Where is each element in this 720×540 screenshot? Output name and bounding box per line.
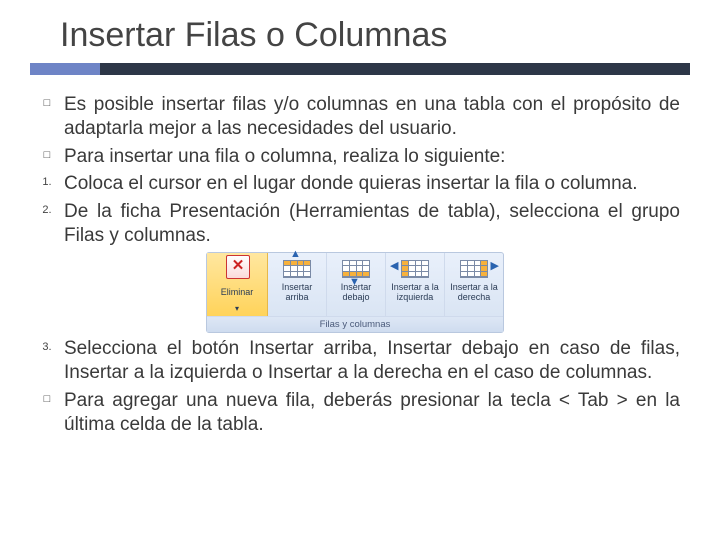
insert-above-icon: ▲ (280, 257, 314, 281)
insert-above-button[interactable]: ▲ Insertar arriba (268, 253, 327, 316)
bullet-marker: □ (30, 389, 64, 437)
bullet-marker: □ (30, 93, 64, 141)
bullet-text: Para agregar una nueva fila, deberás pre… (64, 389, 680, 437)
slide: Insertar Filas o Columnas □ Es posible i… (0, 0, 720, 540)
chevron-down-icon: ▾ (235, 304, 239, 314)
ribbon-screenshot: ✕ Eliminar ▾ ▲ Insertar arriba (30, 252, 680, 334)
button-label: Eliminar (221, 283, 254, 303)
delete-button[interactable]: ✕ Eliminar ▾ (207, 253, 268, 316)
bullet-text: Coloca el cursor en el lugar donde quier… (64, 172, 680, 196)
list-item: □ Para insertar una fila o columna, real… (30, 145, 680, 169)
delete-icon: ✕ (220, 257, 254, 281)
body-text: □ Es posible insertar filas y/o columnas… (30, 93, 690, 436)
list-item: 3. Selecciona el botón Insertar arriba, … (30, 337, 680, 385)
insert-left-icon: ◀ (398, 257, 432, 281)
ribbon-group-rows-columns: ✕ Eliminar ▾ ▲ Insertar arriba (206, 252, 504, 334)
ribbon-group-caption: Filas y columnas (207, 316, 503, 333)
list-item: □ Para agregar una nueva fila, deberás p… (30, 389, 680, 437)
page-title: Insertar Filas o Columnas (30, 16, 690, 55)
bullet-text: Selecciona el botón Insertar arriba, Ins… (64, 337, 680, 385)
button-label: Insertar a la izquierda (388, 283, 442, 303)
bullet-marker: 2. (30, 200, 64, 248)
insert-left-button[interactable]: ◀ Insertar a la izquierda (386, 253, 445, 316)
list-item: □ Es posible insertar filas y/o columnas… (30, 93, 680, 141)
button-label: Insertar arriba (270, 283, 324, 303)
list-item: 1. Coloca el cursor en el lugar donde qu… (30, 172, 680, 196)
bullet-marker: □ (30, 145, 64, 169)
insert-below-icon: ▼ (339, 257, 373, 281)
insert-below-button[interactable]: ▼ Insertar debajo (327, 253, 386, 316)
button-label: Insertar a la derecha (447, 283, 501, 303)
insert-right-icon: ▶ (457, 257, 491, 281)
list-item: 2. De la ficha Presentación (Herramienta… (30, 200, 680, 248)
bullet-marker: 1. (30, 172, 64, 196)
bullet-text: Para insertar una fila o columna, realiz… (64, 145, 680, 169)
bullet-text: Es posible insertar filas y/o columnas e… (64, 93, 680, 141)
title-underline (30, 63, 690, 75)
bullet-text: De la ficha Presentación (Herramientas d… (64, 200, 680, 248)
insert-right-button[interactable]: ▶ Insertar a la derecha (445, 253, 503, 316)
bullet-marker: 3. (30, 337, 64, 385)
